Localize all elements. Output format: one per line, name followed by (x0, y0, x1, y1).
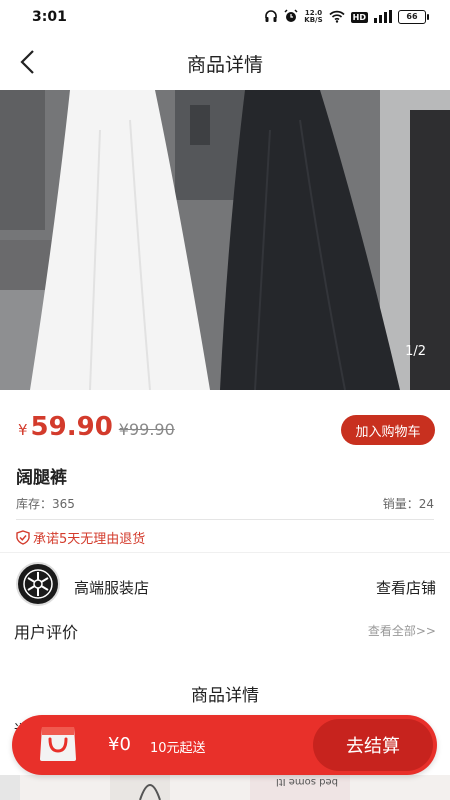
store-logo[interactable] (16, 562, 60, 606)
stock-count: 库存：365 (16, 497, 75, 511)
page-title: 商品详情 (186, 54, 263, 76)
sales-count: 销量：24 (382, 497, 434, 511)
store-logo-emblem (23, 569, 53, 599)
cart-bar: ¥0 10元起送 去结算 (12, 715, 437, 775)
current-price: 59.90 (30, 412, 113, 442)
product-photo (0, 90, 450, 390)
price-row: ¥ 59.90 ¥99.90 (18, 412, 175, 442)
status-bar: 3:01 12.0 KB/S HD 66 (0, 0, 450, 34)
reviews-title: 用户评价 (14, 623, 79, 642)
original-price: ¥99.90 (118, 420, 175, 439)
status-time: 3:01 (32, 9, 67, 25)
title-bar: 商品详情 (0, 34, 450, 90)
cart-total: ¥0 (108, 734, 131, 755)
product-image[interactable]: 1/2 (0, 90, 450, 390)
svg-text:bed some Itl: bed some Itl (276, 776, 338, 787)
store-name: 高端服装店 (74, 579, 150, 597)
signal-icon (374, 8, 392, 27)
shopping-bag-icon (40, 727, 76, 761)
hd-badge: HD (350, 11, 368, 23)
network-speed: 12.0 KB/S (304, 10, 322, 24)
shopping-bag-button[interactable] (38, 725, 78, 763)
view-all-reviews-link[interactable]: 查看全部>> (368, 622, 436, 639)
alarm-icon (284, 8, 298, 27)
image-counter: 1/2 (405, 344, 426, 359)
speed-unit: KB/S (304, 16, 323, 24)
headphones-icon (264, 8, 278, 27)
return-promise: 承诺5天无理由退货 (16, 528, 145, 547)
view-store-link[interactable]: 查看店铺 (376, 577, 436, 598)
battery-indicator: 66 (398, 10, 429, 24)
product-name: 阔腿裤 (16, 468, 67, 488)
detail-section-title: 商品详情 (191, 686, 259, 706)
currency-symbol: ¥ (18, 421, 28, 439)
promise-text: 承诺5天无理由退货 (33, 532, 146, 547)
minimum-order: 10元起送 (150, 741, 206, 756)
divider (16, 519, 434, 520)
section-divider (0, 552, 450, 553)
status-icons: 12.0 KB/S HD 66 (264, 8, 429, 27)
shield-check-icon (16, 530, 30, 545)
checkout-button[interactable]: 去结算 (313, 719, 433, 771)
add-to-cart-button[interactable]: 加入购物车 (341, 415, 435, 445)
wifi-icon (329, 8, 345, 27)
